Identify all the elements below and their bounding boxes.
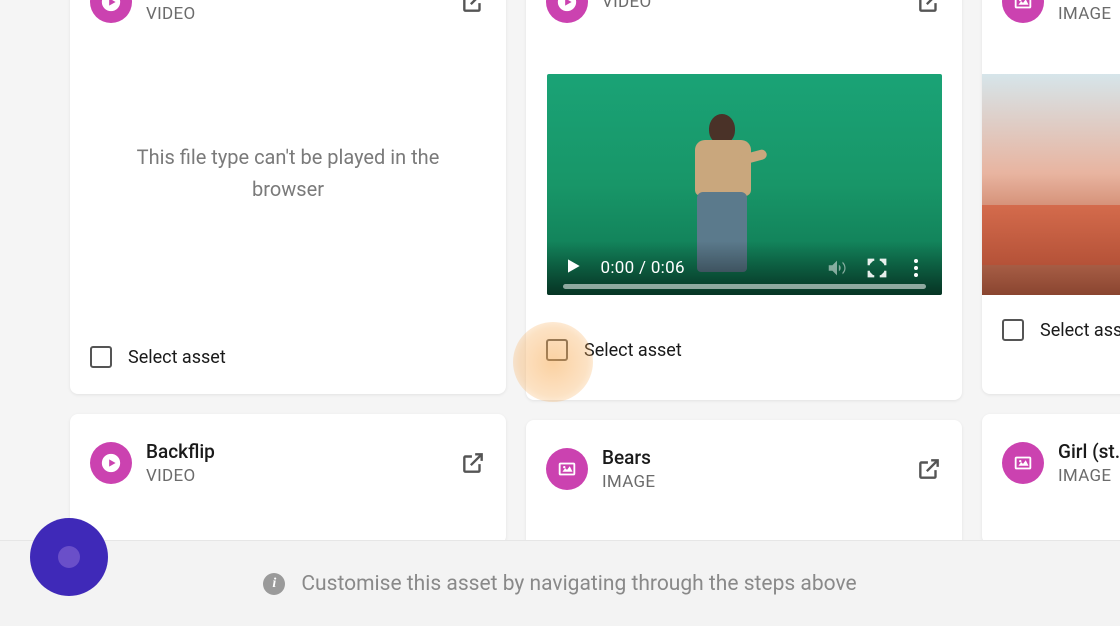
video-type-icon [90,442,132,484]
asset-type-label: VIDEO [146,3,195,25]
asset-card: VIDEO [526,0,962,400]
asset-grid: Bears VIDEO This file type can't be play… [70,0,1120,550]
asset-card: Backflip VIDEO [70,414,506,544]
video-type-icon [90,0,132,23]
open-external-icon[interactable] [916,456,942,482]
asset-type-label: IMAGE [1058,3,1120,25]
asset-title: Bears [602,446,655,471]
info-icon: i [263,573,285,595]
card-footer: Select asset [70,322,506,394]
asset-card: Bears IMAGE [526,420,962,550]
card-header: Backfl… IMAGE [982,0,1120,24]
image-type-icon [1002,442,1044,484]
info-message: Customise this asset by navigating throu… [301,572,856,596]
asset-type-label: IMAGE [602,471,655,493]
select-asset-checkbox[interactable] [546,339,568,361]
card-header: Backflip VIDEO [70,414,506,499]
card-header: Bears VIDEO [70,0,506,24]
info-footer: i Customise this asset by navigating thr… [0,540,1120,626]
video-type-icon [546,0,588,23]
asset-card: Backfl… IMAGE Select asse [982,0,1120,394]
open-external-icon[interactable] [916,0,942,15]
video-player[interactable]: 0:00 / 0:06 [547,74,942,295]
open-external-icon[interactable] [460,450,486,476]
more-options-icon[interactable] [906,259,926,277]
floating-action-button[interactable] [30,518,108,596]
fullscreen-icon[interactable] [866,257,888,279]
select-asset-label[interactable]: Select asse [1040,320,1120,341]
select-asset-checkbox[interactable] [1002,319,1024,341]
asset-type-label: VIDEO [146,465,215,487]
card-footer: Select asset [526,295,962,387]
card-header: VIDEO [526,0,962,24]
asset-title: Girl (st… [1058,440,1120,465]
open-external-icon[interactable] [460,0,486,15]
select-asset-label[interactable]: Select asset [584,340,682,361]
card-footer: Select asse [982,295,1120,367]
video-preview: 0:00 / 0:06 [526,24,962,295]
select-asset-label[interactable]: Select asset [128,347,226,368]
video-time: 0:00 / 0:06 [601,258,685,278]
asset-card: Bears VIDEO This file type can't be play… [70,0,506,394]
asset-card: Girl (st… IMAGE [982,414,1120,544]
asset-title: Backflip [146,440,215,465]
play-button-icon[interactable] [563,256,583,280]
volume-icon[interactable] [826,257,848,279]
image-type-icon [1002,0,1044,23]
card-header: Girl (st… IMAGE [982,414,1120,499]
select-asset-checkbox[interactable] [90,346,112,368]
image-preview [982,74,1120,295]
unsupported-preview: This file type can't be played in the br… [70,24,506,322]
video-progress-bar[interactable] [563,284,926,289]
asset-type-label: VIDEO [602,0,651,13]
card-header: Bears IMAGE [526,420,962,505]
unsupported-message: This file type can't be played in the br… [120,141,456,205]
image-type-icon [546,448,588,490]
asset-type-label: IMAGE [1058,465,1120,487]
